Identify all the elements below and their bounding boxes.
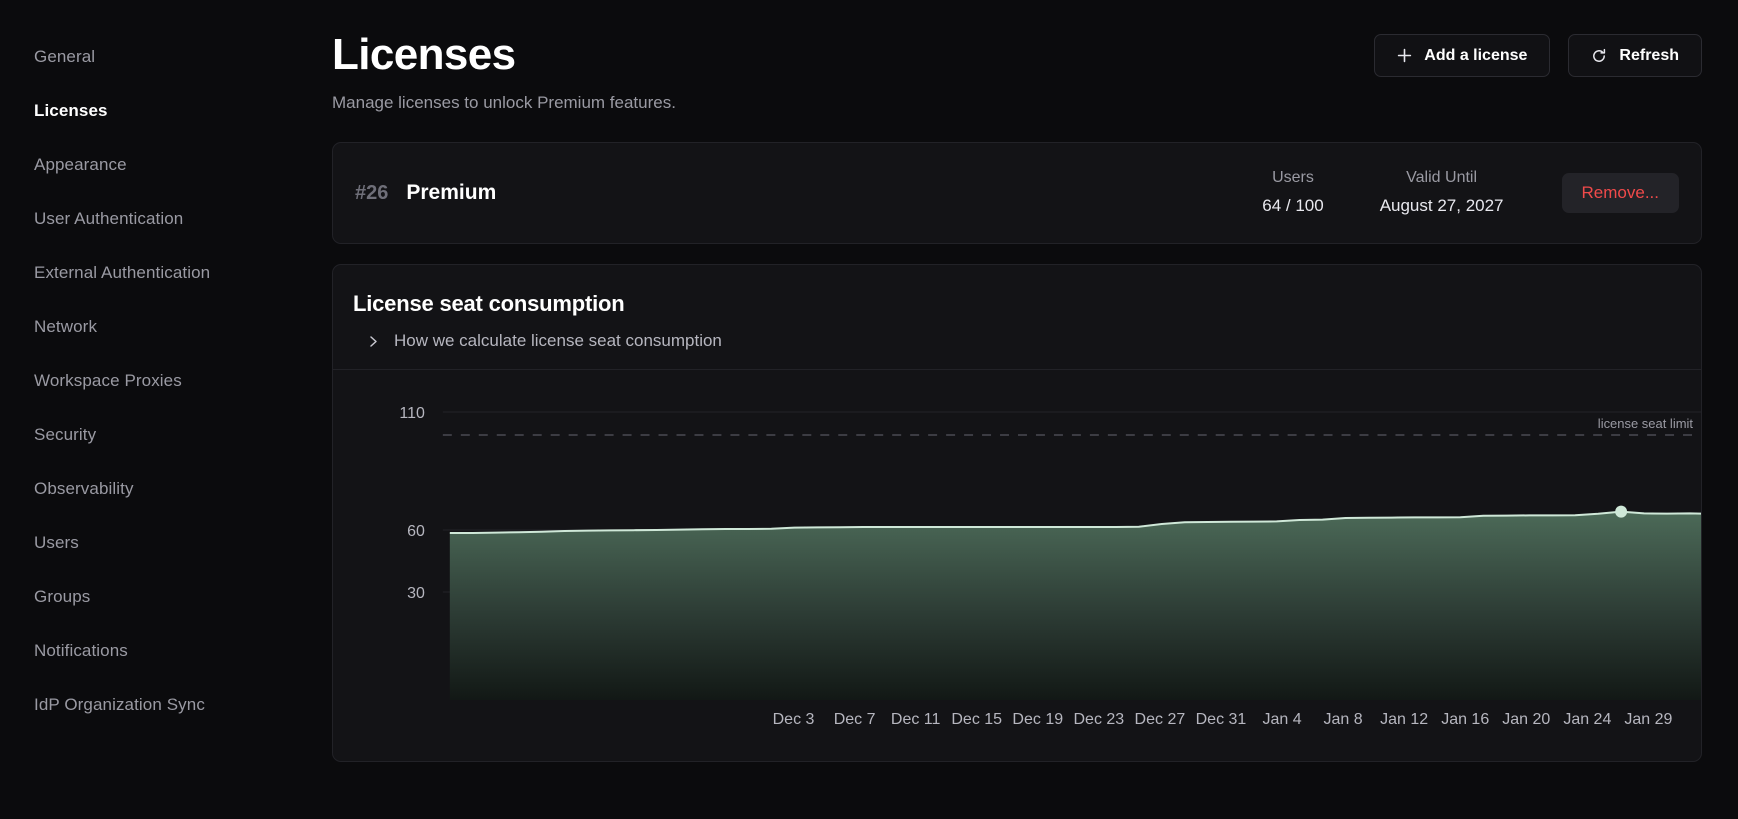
settings-sidebar: General Licenses Appearance User Authent…: [0, 0, 332, 819]
how-we-calculate-expander[interactable]: How we calculate license seat consumptio…: [353, 331, 1677, 351]
licenses-page: General Licenses Appearance User Authent…: [0, 0, 1738, 819]
sidebar-item-licenses[interactable]: Licenses: [0, 94, 332, 128]
page-header-text: Licenses Manage licenses to unlock Premi…: [332, 28, 676, 114]
sidebar-item-appearance[interactable]: Appearance: [0, 148, 332, 182]
license-stats: Users 64 / 100 Valid Until August 27, 20…: [1234, 167, 1679, 219]
seat-consumption-area-chart[interactable]: 110 60 30 license seat limit: [333, 370, 1701, 715]
remove-license-button[interactable]: Remove...: [1562, 173, 1679, 213]
sidebar-item-notifications[interactable]: Notifications: [0, 634, 332, 668]
refresh-label: Refresh: [1619, 47, 1679, 65]
sidebar-item-observability[interactable]: Observability: [0, 472, 332, 506]
page-header-actions: Add a license Refresh: [1374, 34, 1702, 77]
license-valid-until-label: Valid Until: [1380, 167, 1504, 189]
license-users-stat: Users 64 / 100: [1234, 167, 1351, 219]
add-license-button[interactable]: Add a license: [1374, 34, 1550, 77]
sidebar-item-groups[interactable]: Groups: [0, 580, 332, 614]
license-users-label: Users: [1262, 167, 1323, 189]
sidebar-item-user-authentication[interactable]: User Authentication: [0, 202, 332, 236]
license-id: #26: [355, 182, 388, 205]
chevron-right-icon: [367, 335, 380, 348]
license-seat-consumption-card: License seat consumption How we calculat…: [332, 264, 1702, 762]
license-identity: #26 Premium: [355, 181, 496, 205]
license-seat-limit-label: license seat limit: [1598, 416, 1694, 431]
refresh-icon: [1591, 48, 1607, 64]
license-users-value: 64 / 100: [1262, 193, 1323, 219]
license-valid-until-value: August 27, 2027: [1380, 193, 1504, 219]
sidebar-item-general[interactable]: General: [0, 40, 332, 74]
y-tick-110: 110: [399, 405, 425, 422]
page-title: Licenses: [332, 28, 676, 82]
sidebar-item-security[interactable]: Security: [0, 418, 332, 452]
chart-title: License seat consumption: [353, 291, 1677, 317]
sidebar-item-idp-organization-sync[interactable]: IdP Organization Sync: [0, 688, 332, 722]
chart-plot-area[interactable]: 110 60 30 license seat limit: [333, 370, 1701, 715]
sidebar-item-users[interactable]: Users: [0, 526, 332, 560]
y-tick-60: 60: [407, 523, 425, 540]
license-valid-until-stat: Valid Until August 27, 2027: [1352, 167, 1532, 219]
add-license-label: Add a license: [1424, 47, 1527, 65]
page-subtitle: Manage licenses to unlock Premium featur…: [332, 92, 676, 114]
license-name: Premium: [406, 181, 496, 205]
y-tick-30: 30: [407, 585, 425, 602]
refresh-button[interactable]: Refresh: [1568, 34, 1702, 77]
chart-y-axis: 110 60 30: [399, 405, 425, 602]
sidebar-item-external-authentication[interactable]: External Authentication: [0, 256, 332, 290]
sidebar-item-workspace-proxies[interactable]: Workspace Proxies: [0, 364, 332, 398]
chart-hover-point: [1615, 506, 1627, 518]
plus-icon: [1397, 48, 1412, 63]
license-card: #26 Premium Users 64 / 100 Valid Until A…: [332, 142, 1702, 244]
chart-header: License seat consumption How we calculat…: [333, 265, 1701, 351]
page-header: Licenses Manage licenses to unlock Premi…: [332, 28, 1702, 114]
sidebar-item-network[interactable]: Network: [0, 310, 332, 344]
chart-x-axis: Dec 3 Dec 7 Dec 11 Dec 15 Dec 19 Dec 23 …: [333, 711, 1701, 755]
how-we-calculate-label: How we calculate license seat consumptio…: [394, 331, 722, 351]
seat-area-fill: [450, 512, 1701, 700]
main-content: Licenses Manage licenses to unlock Premi…: [332, 0, 1738, 819]
